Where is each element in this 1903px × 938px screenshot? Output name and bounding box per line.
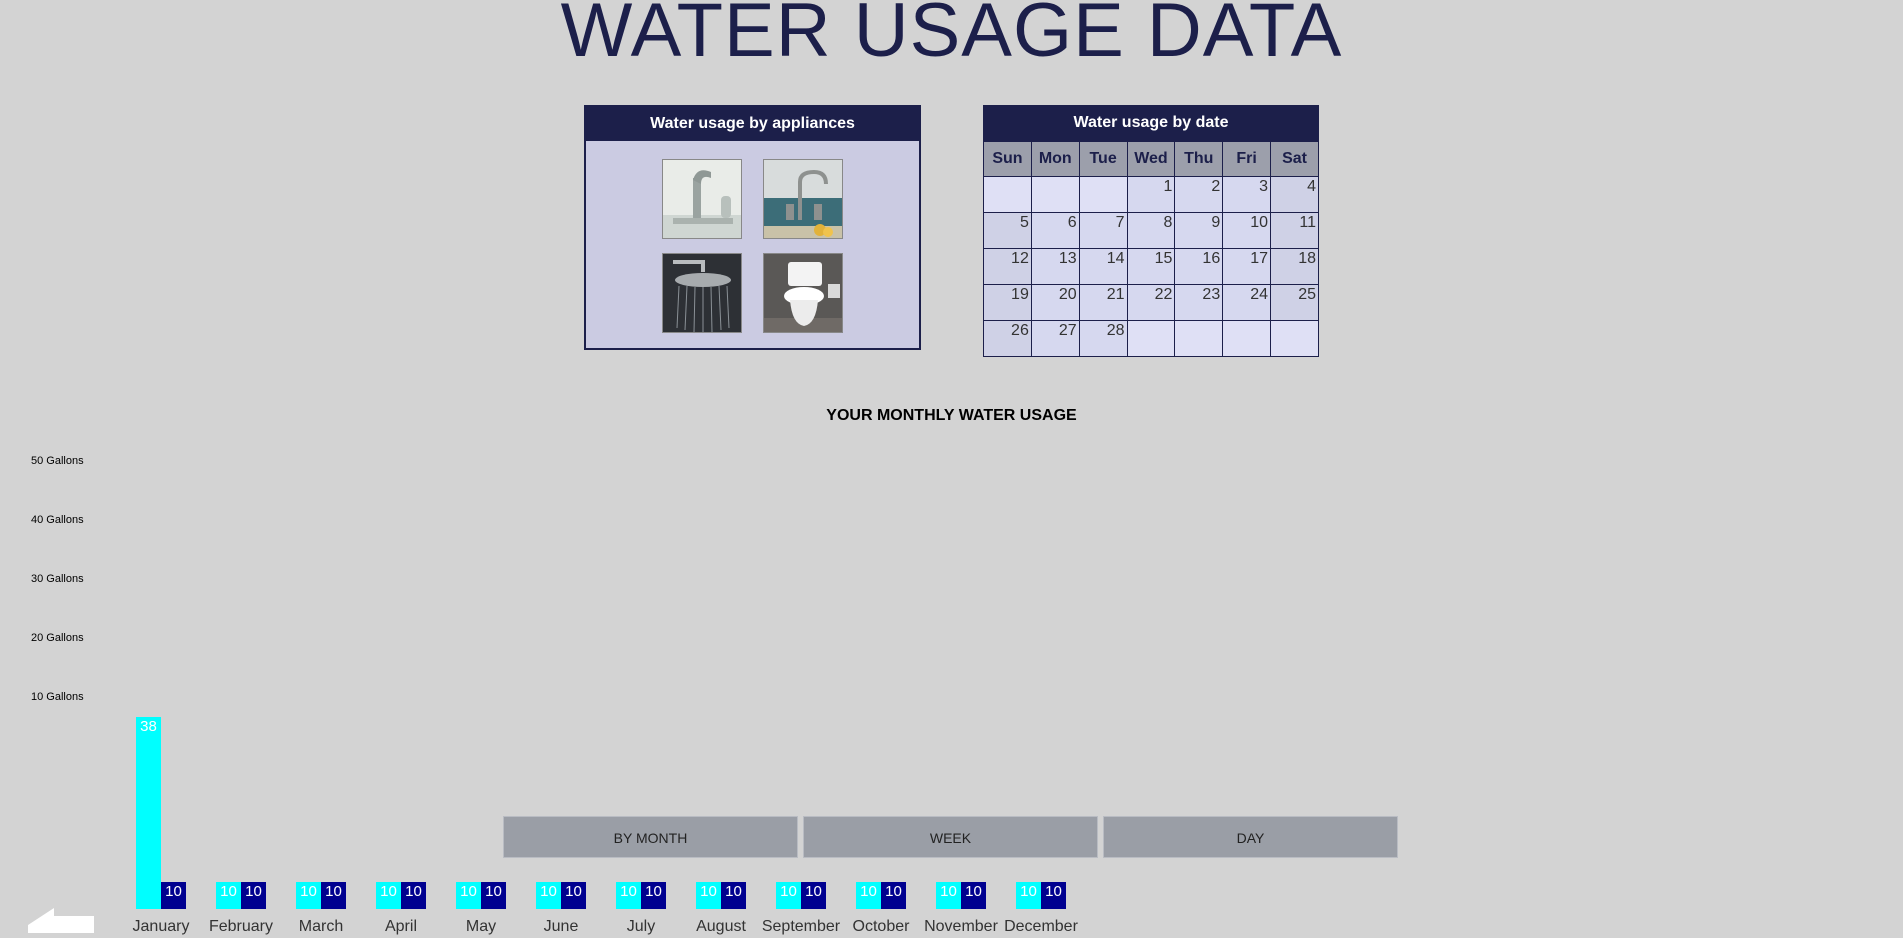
showerhead-icon[interactable] [662,253,742,333]
calendar-day-cell[interactable]: 2 [1174,176,1224,213]
calendar-day-cell[interactable]: 11 [1270,212,1319,249]
calendar-empty-cell [1030,176,1080,213]
chart-bar[interactable]: 10 [296,882,321,909]
y-tick-label: 20 Gallons [31,632,84,644]
calendar-day-cell[interactable]: 25 [1270,284,1319,321]
by-month-button[interactable]: BY MONTH [503,816,798,858]
calendar-day-cell[interactable]: 6 [1030,212,1080,249]
week-button[interactable]: WEEK [803,816,1098,858]
calendar-day-cell[interactable]: 24 [1222,284,1272,321]
calendar-empty-cell [1270,320,1319,357]
bathroom-faucet-icon[interactable] [662,159,742,239]
chart-bar[interactable]: 10 [321,882,346,909]
kitchen-faucet-icon[interactable] [763,159,843,239]
calendar-day-cell[interactable]: 21 [1078,284,1128,321]
calendar-day-cell[interactable]: 17 [1222,248,1272,285]
y-tick-label: 50 Gallons [31,455,84,467]
chart-bar[interactable]: 10 [856,882,881,909]
calendar-day-cell[interactable]: 9 [1174,212,1224,249]
chart-title: YOUR MONTHLY WATER USAGE [826,407,1077,424]
calendar-day-cell[interactable]: 14 [1078,248,1128,285]
chart-bar[interactable]: 10 [881,882,906,909]
calendar-empty-cell [1078,176,1128,213]
calendar-empty-cell [1174,320,1224,357]
calendar-day-cell[interactable]: 7 [1078,212,1128,249]
calendar-day-cell[interactable]: 8 [1126,212,1176,249]
chart-bar[interactable]: 10 [721,882,746,909]
calendar-day-cell[interactable]: 13 [1030,248,1080,285]
y-tick-label: 30 Gallons [31,573,84,585]
day-header-fri: Fri [1222,141,1272,177]
calendar-week-row: 19 20 21 22 23 24 25 [983,284,1319,321]
day-header-thu: Thu [1174,141,1224,177]
calendar-empty-cell [983,176,1032,213]
calendar-panel: Water usage by date Sun Mon Tue Wed Thu … [983,105,1319,357]
day-header-wed: Wed [1126,141,1176,177]
appliances-panel: Water usage by appliances [584,105,921,350]
month-label: December [1004,918,1078,935]
chart-bar[interactable]: 10 [801,882,826,909]
chart-bar[interactable]: 10 [161,882,186,909]
calendar-empty-cell [1126,320,1176,357]
calendar-day-cell[interactable]: 28 [1078,320,1128,357]
calendar-day-cell[interactable]: 3 [1222,176,1272,213]
chart-bar[interactable]: 10 [1041,882,1066,909]
day-button[interactable]: DAY [1103,816,1398,858]
calendar-day-cell[interactable]: 15 [1126,248,1176,285]
chart-bar[interactable]: 10 [561,882,586,909]
chart-bar[interactable]: 10 [696,882,721,909]
toilet-icon[interactable] [763,253,843,333]
day-header-sun: Sun [983,141,1032,177]
calendar-day-cell[interactable]: 1 [1126,176,1176,213]
chart-bar[interactable]: 10 [456,882,481,909]
calendar-week-row: 1234 [983,176,1319,213]
chart-bar[interactable]: 10 [241,882,266,909]
chart-bar[interactable]: 10 [936,882,961,909]
chart-bar[interactable]: 38 [136,717,161,909]
chart-bar[interactable]: 10 [401,882,426,909]
calendar-day-cell[interactable]: 22 [1126,284,1176,321]
chart-bar[interactable]: 10 [216,882,241,909]
y-tick-label: 10 Gallons [31,691,84,703]
calendar-day-cell[interactable]: 4 [1270,176,1319,213]
calendar-day-cell[interactable]: 20 [1030,284,1080,321]
calendar-day-cell[interactable]: 12 [983,248,1032,285]
calendar-week-row: 5 6 7 8 9 10 11 [983,212,1319,249]
calendar-day-cell[interactable]: 27 [1030,320,1080,357]
calendar-week-row: 26 27 28 [983,320,1319,357]
appliances-panel-header: Water usage by appliances [586,107,919,141]
calendar-day-cell[interactable]: 16 [1174,248,1224,285]
chart-bar[interactable]: 10 [1016,882,1041,909]
day-header-tue: Tue [1078,141,1128,177]
calendar-day-cell[interactable]: 5 [983,212,1032,249]
chart-bar[interactable]: 10 [776,882,801,909]
back-arrow-icon[interactable] [28,908,94,938]
calendar-day-cell[interactable]: 26 [983,320,1032,357]
chart-bar[interactable]: 10 [641,882,666,909]
calendar-week-row: 12 13 14 15 16 17 18 [983,248,1319,285]
calendar-grid: Sun Mon Tue Wed Thu Fri Sat 1 2 3 4 5 6 7 8 9 10 1… [983,141,1319,357]
y-tick-label: 40 Gallons [31,514,84,526]
calendar-day-cell[interactable]: 18 [1270,248,1319,285]
day-header-sat: Sat [1270,141,1319,177]
chart-bar[interactable]: 10 [536,882,561,909]
chart-bar[interactable]: 10 [616,882,641,909]
chart-bar[interactable]: 10 [376,882,401,909]
calendar-day-cell[interactable]: 10 [1222,212,1272,249]
day-header-mon: Mon [1030,141,1080,177]
chart-bar[interactable]: 10 [961,882,986,909]
calendar-header: Water usage by date [983,105,1319,141]
chart-bar[interactable]: 10 [481,882,506,909]
calendar-empty-cell [1222,320,1272,357]
calendar-day-cell[interactable]: 23 [1174,284,1224,321]
page-title: WATER USAGE DATA [560,0,1343,73]
calendar-day-cell[interactable]: 19 [983,284,1032,321]
